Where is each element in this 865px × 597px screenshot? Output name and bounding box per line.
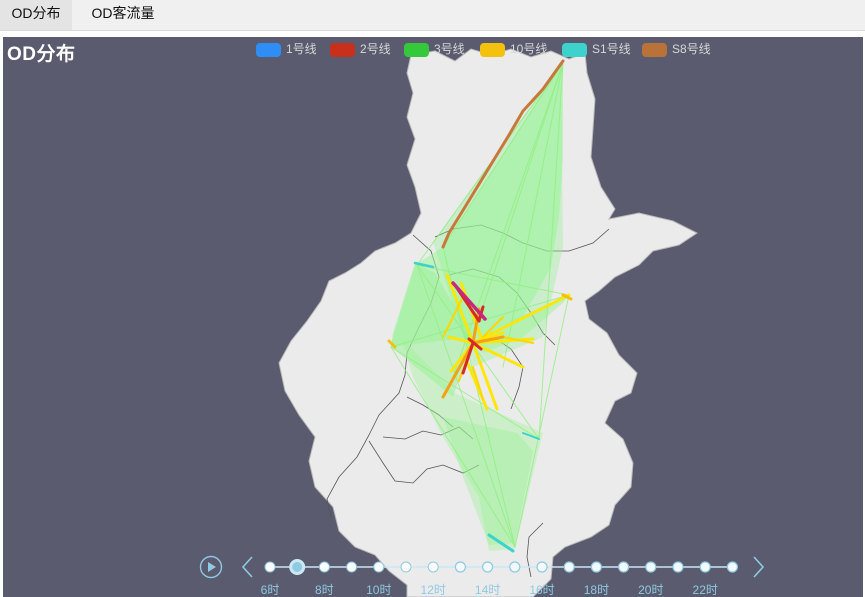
- timeline-point[interactable]: [427, 561, 439, 573]
- timeline-point[interactable]: [617, 561, 630, 573]
- timeline-label[interactable]: 10时: [366, 583, 391, 597]
- legend-label: 1号线: [286, 42, 317, 56]
- timeline-point[interactable]: [482, 561, 494, 573]
- legend-swatch: [404, 43, 429, 57]
- timeline-point[interactable]: [726, 561, 739, 573]
- timeline-point[interactable]: [264, 561, 276, 573]
- legend-label: 2号线: [360, 42, 391, 56]
- legend-swatch: [562, 43, 587, 57]
- od-map-panel: 6时 8时 10时 12时 14时 16时 18时 20时 22时 OD分布 1号线 2号线 3…: [3, 37, 863, 597]
- timeline-point[interactable]: [672, 561, 684, 573]
- chevron-right-icon[interactable]: [753, 556, 765, 578]
- timeline-point[interactable]: [346, 561, 358, 573]
- timeline-point[interactable]: [373, 561, 385, 573]
- timeline-point[interactable]: [563, 561, 575, 573]
- tab-od-passenger-flow[interactable]: OD客流量: [80, 0, 166, 30]
- timeline-label[interactable]: 6时: [261, 583, 280, 597]
- timeline-point[interactable]: [400, 561, 412, 573]
- timeline-point[interactable]: [318, 561, 330, 573]
- legend-label: 10号线: [510, 42, 548, 56]
- timeline-label[interactable]: 14时: [475, 583, 500, 597]
- legend-swatch: [330, 43, 355, 57]
- timeline-point[interactable]: [509, 561, 521, 573]
- legend-label: S8号线: [672, 42, 711, 56]
- timeline-label[interactable]: 8时: [315, 583, 334, 597]
- timeline-label[interactable]: 18时: [584, 583, 609, 597]
- timeline-point[interactable]: [590, 561, 603, 573]
- timeline-point[interactable]: [645, 561, 657, 573]
- timeline-point[interactable]: [289, 559, 306, 575]
- timeline-label[interactable]: 22时: [693, 583, 718, 597]
- chevron-left-icon[interactable]: [241, 556, 253, 578]
- tab-od-distribution[interactable]: OD分布: [0, 0, 72, 30]
- play-icon-glyph: [208, 562, 216, 572]
- timeline-point[interactable]: [699, 561, 711, 573]
- legend-swatch: [480, 43, 505, 57]
- legend-label: S1号线: [592, 42, 631, 56]
- timeline-point[interactable]: [536, 561, 548, 573]
- timeline-label[interactable]: 16时: [529, 583, 554, 597]
- timeline-label[interactable]: 12时: [421, 583, 446, 597]
- legend-label: 3号线: [434, 42, 465, 56]
- legend-swatch: [256, 43, 281, 57]
- legend-swatch: [642, 43, 667, 57]
- timeline-point[interactable]: [454, 561, 466, 573]
- od-map[interactable]: 6时 8时 10时 12时 14时 16时 18时 20时 22时: [3, 37, 863, 597]
- timeline-label[interactable]: 20时: [638, 583, 663, 597]
- tab-bar: OD分布 OD客流量: [0, 0, 865, 31]
- panel-title: OD分布: [7, 44, 76, 65]
